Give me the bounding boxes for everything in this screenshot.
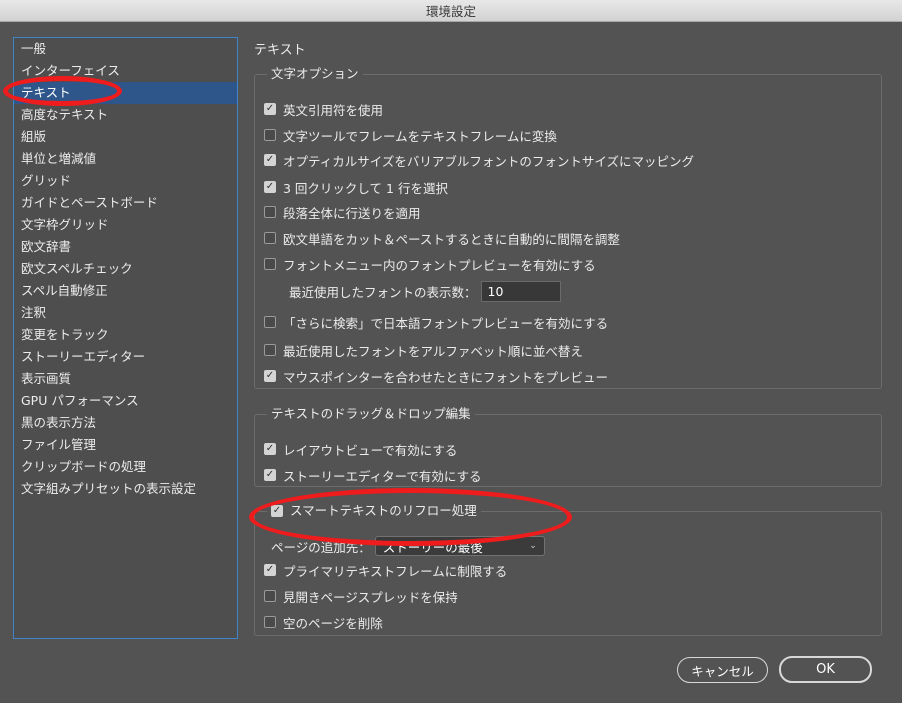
primary-frame-option[interactable]: ✓ プライマリテキストフレームに制限する bbox=[264, 561, 507, 579]
char-options-group: 文字オプション ✓ 英文引用符を使用 文字ツールでフレームをテキストフレームに変… bbox=[254, 67, 882, 389]
drag-drop-legend: テキストのドラッグ＆ドロップ編集 bbox=[271, 406, 471, 421]
text-tool-convert-option[interactable]: 文字ツールでフレームをテキストフレームに変換 bbox=[264, 126, 557, 144]
sidebar-item-grids[interactable]: グリッド bbox=[14, 170, 237, 192]
optical-size-label: オプティカルサイズをバリアブルフォントのフォントサイズにマッピング bbox=[283, 153, 695, 169]
apply-leading-label: 段落全体に行送りを適用 bbox=[283, 205, 421, 221]
font-preview-label: フォントメニュー内のフォントプレビューを有効にする bbox=[283, 257, 596, 273]
search-preview-option[interactable]: 「さらに検索」で日本語フォントプレビューを有効にする bbox=[264, 313, 608, 331]
checkbox-icon[interactable] bbox=[264, 206, 276, 218]
cancel-button[interactable]: キャンセル bbox=[677, 657, 768, 683]
sidebar-item-clipboard-handling[interactable]: クリップボードの処理 bbox=[14, 456, 237, 478]
window-title: 環境設定 bbox=[425, 4, 476, 19]
sidebar-item-notes[interactable]: 注釈 bbox=[14, 302, 237, 324]
story-editor-option[interactable]: ✓ ストーリーエディターで有効にする bbox=[264, 466, 482, 484]
sidebar-item-units-increments[interactable]: 単位と増減値 bbox=[14, 148, 237, 170]
alpha-sort-label: 最近使用したフォントをアルファベット順に並べ替え bbox=[283, 343, 583, 359]
smart-reflow-group: ✓ スマートテキストのリフロー処理 ページの追加先： ストーリーの最後 ⌄ ✓ … bbox=[254, 504, 882, 636]
adjust-spacing-label: 欧文単語をカット＆ペーストするときに自動的に間隔を調整 bbox=[283, 231, 620, 247]
sidebar-item-interface[interactable]: インターフェイス bbox=[14, 60, 237, 82]
sidebar-item-dictionary[interactable]: 欧文辞書 bbox=[14, 236, 237, 258]
window-titlebar: 環境設定 bbox=[0, 0, 902, 22]
sidebar-item-autocorrect[interactable]: スペル自動修正 bbox=[14, 280, 237, 302]
sidebar-item-mojikumi-display[interactable]: 文字組みプリセットの表示設定 bbox=[14, 478, 237, 500]
checkbox-checked-icon[interactable]: ✓ bbox=[264, 154, 276, 166]
delete-empty-option[interactable]: 空のページを削除 bbox=[264, 613, 383, 631]
optical-size-option[interactable]: ✓ オプティカルサイズをバリアブルフォントのフォントサイズにマッピング bbox=[264, 151, 694, 169]
preserve-spreads-label: 見開きページスプレッドを保持 bbox=[283, 589, 458, 605]
smart-reflow-legend[interactable]: ✓ スマートテキストのリフロー処理 bbox=[267, 504, 481, 518]
panel-title: テキスト bbox=[254, 43, 306, 58]
add-pages-value: ストーリーの最後 bbox=[382, 539, 483, 555]
drag-drop-group: テキストのドラッグ＆ドロップ編集 ✓ レイアウトビューで有効にする ✓ ストーリ… bbox=[254, 407, 882, 487]
checkbox-icon[interactable] bbox=[264, 232, 276, 244]
preserve-spreads-option[interactable]: 見開きページスプレッドを保持 bbox=[264, 587, 458, 605]
sidebar-item-gpu-performance[interactable]: GPU パフォーマンス bbox=[14, 390, 237, 412]
adjust-spacing-option[interactable]: 欧文単語をカット＆ペーストするときに自動的に間隔を調整 bbox=[264, 229, 620, 247]
font-preview-option[interactable]: フォントメニュー内のフォントプレビューを有効にする bbox=[264, 255, 596, 273]
typographer-quotes-label: 英文引用符を使用 bbox=[283, 102, 384, 118]
smart-reflow-label: スマートテキストのリフロー処理 bbox=[290, 503, 477, 518]
checkbox-checked-icon[interactable]: ✓ bbox=[264, 443, 276, 455]
text-tool-convert-label: 文字ツールでフレームをテキストフレームに変換 bbox=[283, 128, 557, 144]
checkbox-icon[interactable] bbox=[264, 258, 276, 270]
checkbox-icon[interactable] bbox=[264, 344, 276, 356]
sidebar-item-spelling[interactable]: 欧文スペルチェック bbox=[14, 258, 237, 280]
sidebar-item-track-changes[interactable]: 変更をトラック bbox=[14, 324, 237, 346]
checkbox-icon[interactable] bbox=[264, 129, 276, 141]
sidebar-item-frame-grid[interactable]: 文字枠グリッド bbox=[14, 214, 237, 236]
hover-preview-option[interactable]: ✓ マウスポインターを合わせたときにフォントをプレビュー bbox=[264, 367, 608, 385]
sidebar-item-display-performance[interactable]: 表示画質 bbox=[14, 368, 237, 390]
checkbox-checked-icon[interactable]: ✓ bbox=[264, 469, 276, 481]
checkbox-checked-icon[interactable]: ✓ bbox=[264, 181, 276, 193]
recent-fonts-label: 最近使用したフォントの表示数： bbox=[289, 284, 477, 300]
recent-fonts-row: 最近使用したフォントの表示数： 10 bbox=[289, 280, 561, 302]
checkbox-icon[interactable] bbox=[264, 316, 276, 328]
sidebar-item-file-handling[interactable]: ファイル管理 bbox=[14, 434, 237, 456]
sidebar-item-type[interactable]: テキスト bbox=[14, 82, 237, 104]
apply-leading-option[interactable]: 段落全体に行送りを適用 bbox=[264, 203, 421, 221]
sidebar-item-story-editor[interactable]: ストーリーエディター bbox=[14, 346, 237, 368]
sidebar-item-general[interactable]: 一般 bbox=[14, 38, 237, 60]
sidebar-item-composition[interactable]: 組版 bbox=[14, 126, 237, 148]
add-pages-row: ページの追加先： ストーリーの最後 ⌄ bbox=[271, 535, 545, 557]
typographer-quotes-option[interactable]: ✓ 英文引用符を使用 bbox=[264, 100, 383, 118]
checkbox-checked-icon[interactable]: ✓ bbox=[271, 505, 283, 517]
delete-empty-label: 空のページを削除 bbox=[283, 615, 383, 631]
char-options-legend: 文字オプション bbox=[271, 66, 359, 81]
sidebar-item-appearance-of-black[interactable]: 黒の表示方法 bbox=[14, 412, 237, 434]
layout-view-option[interactable]: ✓ レイアウトビューで有効にする bbox=[264, 440, 457, 458]
sidebar-item-advanced-type[interactable]: 高度なテキスト bbox=[14, 104, 237, 126]
add-pages-label: ページの追加先： bbox=[271, 539, 371, 555]
triple-click-label: 3 回クリックして 1 行を選択 bbox=[283, 180, 448, 196]
checkbox-icon[interactable] bbox=[264, 590, 276, 602]
checkbox-checked-icon[interactable]: ✓ bbox=[264, 564, 276, 576]
hover-preview-label: マウスポインターを合わせたときにフォントをプレビュー bbox=[283, 369, 609, 385]
preferences-category-list[interactable]: 一般 インターフェイス テキスト 高度なテキスト 組版 単位と増減値 グリッド … bbox=[13, 37, 238, 639]
search-preview-label: 「さらに検索」で日本語フォントプレビューを有効にする bbox=[283, 315, 609, 331]
recent-fonts-input[interactable]: 10 bbox=[480, 280, 561, 302]
alpha-sort-option[interactable]: 最近使用したフォントをアルファベット順に並べ替え bbox=[264, 341, 583, 359]
ok-button[interactable]: OK bbox=[779, 656, 872, 683]
checkbox-checked-icon[interactable]: ✓ bbox=[264, 370, 276, 382]
triple-click-option[interactable]: ✓ 3 回クリックして 1 行を選択 bbox=[264, 178, 448, 196]
layout-view-label: レイアウトビューで有効にする bbox=[283, 442, 458, 458]
sidebar-item-guides-pasteboard[interactable]: ガイドとペーストボード bbox=[14, 192, 237, 214]
primary-frame-label: プライマリテキストフレームに制限する bbox=[283, 563, 508, 579]
story-editor-label: ストーリーエディターで有効にする bbox=[283, 468, 482, 484]
checkbox-icon[interactable] bbox=[264, 616, 276, 628]
add-pages-dropdown[interactable]: ストーリーの最後 ⌄ bbox=[374, 536, 545, 556]
checkbox-checked-icon[interactable]: ✓ bbox=[264, 103, 276, 115]
chevron-down-icon: ⌄ bbox=[529, 541, 537, 551]
